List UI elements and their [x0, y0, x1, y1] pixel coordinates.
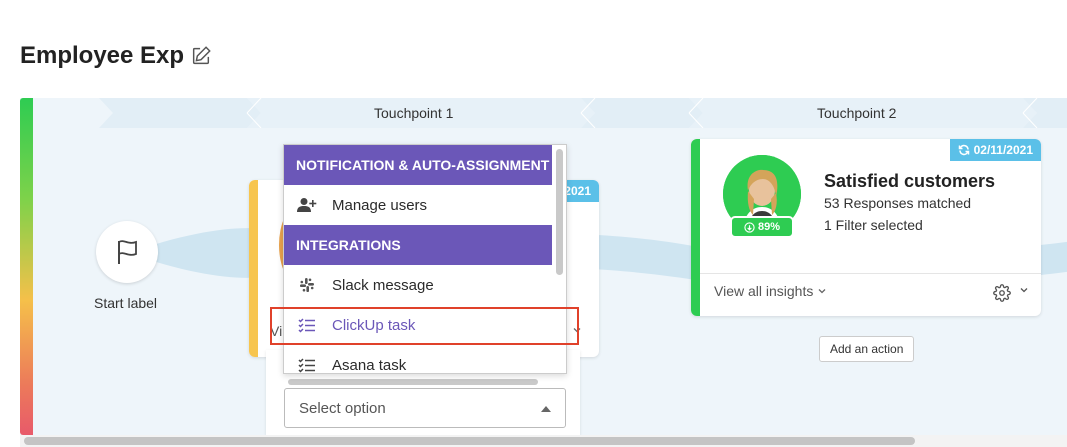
chevron-down-icon — [818, 289, 826, 294]
caret-up-icon — [541, 406, 551, 412]
start-node[interactable] — [96, 221, 158, 283]
responses-count: 53 Responses matched — [824, 195, 972, 211]
dropdown-horizontal-scrollbar[interactable] — [288, 379, 538, 385]
checklist-icon — [296, 315, 318, 335]
refresh-icon — [958, 144, 969, 156]
menu-item-label: ClickUp task — [332, 316, 416, 334]
dropdown-group-notification: NOTIFICATION & AUTO-ASSIGNMENT — [284, 145, 552, 185]
start-label: Start label — [94, 295, 158, 311]
card-status-bar — [249, 180, 258, 357]
settings-chevron-down-icon[interactable] — [1019, 285, 1029, 295]
dropdown-vertical-scrollbar[interactable] — [556, 149, 563, 275]
menu-item-label: Slack message — [332, 276, 434, 294]
touchpoint-2-card[interactable]: 02/11/2021 89% Satisfied customers 53 Re… — [691, 139, 1041, 316]
card-status-bar — [691, 139, 700, 316]
add-user-icon — [296, 195, 318, 215]
card-date-badge: 02/11/2021 — [949, 139, 1041, 161]
card-date-text: 02/11/2021 — [973, 143, 1033, 157]
slack-icon — [296, 275, 318, 295]
card-title: Satisfied customers — [824, 171, 996, 191]
filters-count: 1 Filter selected — [824, 217, 923, 233]
edit-icon[interactable] — [190, 45, 212, 67]
chevron-down-icon — [573, 328, 581, 333]
score-gradient-bar — [20, 98, 33, 435]
score-icon — [744, 221, 755, 233]
touchpoint-header-bar — [33, 98, 1067, 128]
gear-icon[interactable] — [993, 284, 1011, 302]
dropdown-group-integrations: INTEGRATIONS — [284, 225, 552, 265]
view-all-insights-button[interactable]: View all insights — [714, 283, 827, 299]
score-value: 89% — [757, 221, 781, 233]
action-dropdown-menu: NOTIFICATION & AUTO-ASSIGNMENT Manage us… — [283, 144, 567, 374]
checklist-icon — [296, 355, 318, 373]
view-all-insights-label: View all insights — [714, 283, 814, 299]
page-title: Employee Exp — [20, 42, 212, 70]
menu-item-slack-message[interactable]: Slack message — [284, 265, 552, 305]
menu-item-asana-task[interactable]: Asana task — [284, 345, 552, 374]
menu-item-manage-users[interactable]: Manage users — [284, 185, 552, 225]
dropdown-list: NOTIFICATION & AUTO-ASSIGNMENT Manage us… — [284, 145, 552, 374]
menu-item-label: Manage users — [332, 196, 428, 214]
divider — [700, 273, 1041, 274]
touchpoint-2-label: Touchpoint 2 — [817, 105, 897, 121]
add-action-button[interactable]: Add an action — [819, 336, 915, 362]
flag-icon — [118, 240, 137, 264]
page-title-text: Employee Exp — [20, 42, 185, 69]
action-select[interactable]: Select option — [284, 388, 566, 428]
select-placeholder: Select option — [299, 400, 386, 417]
score-badge: 89% — [730, 216, 794, 238]
board-horizontal-scrollbar[interactable] — [24, 437, 915, 445]
app-root: Employee Exp Touchpoint 1 Touchpoint 2 S… — [0, 0, 1067, 447]
touchpoint-1-label: Touchpoint 1 — [374, 105, 454, 121]
menu-item-clickup-task[interactable]: ClickUp task — [284, 305, 552, 345]
menu-item-label: Asana task — [332, 356, 407, 374]
card-view-label: Vi — [270, 323, 283, 339]
